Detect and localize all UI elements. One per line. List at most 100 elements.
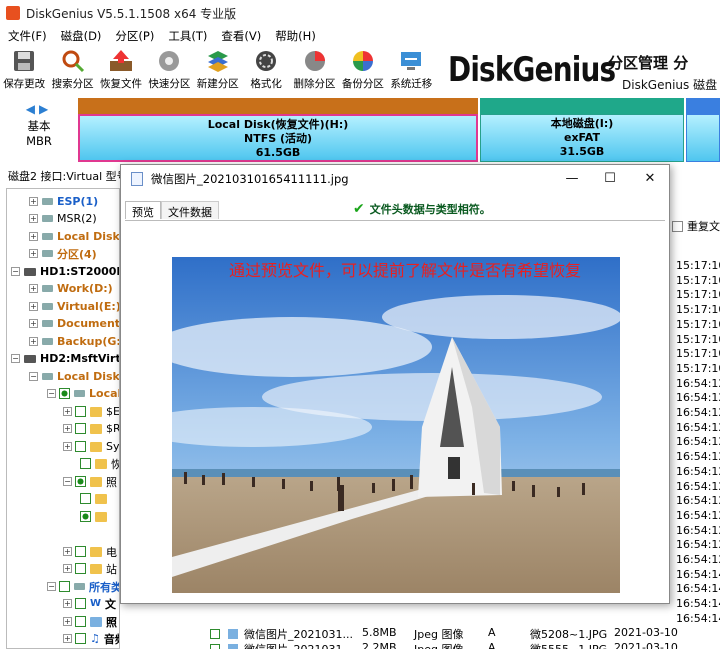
tree-checkbox[interactable] [80, 511, 91, 522]
duplicate-files-option[interactable]: 重复文件 [672, 218, 720, 234]
tree-checkbox[interactable] [75, 476, 86, 487]
tree-item[interactable]: − 照 [63, 473, 117, 490]
expand-icon[interactable]: + [29, 302, 38, 311]
format-button[interactable]: 格式化 [242, 46, 290, 94]
tree-checkbox[interactable] [80, 458, 91, 469]
menu-view[interactable]: 查看(V) [221, 28, 261, 44]
menu-file[interactable]: 文件(F) [8, 28, 47, 44]
tree-item[interactable]: + 站 [63, 560, 117, 577]
time-cell: 16:54:12 [676, 508, 720, 522]
tree-item[interactable] [77, 508, 111, 525]
tree-checkbox[interactable] [75, 563, 86, 574]
tree-item[interactable]: + Work(D:) [29, 280, 113, 297]
partition-block-3[interactable] [686, 98, 720, 162]
tree-item[interactable]: + Virtual(E:) [29, 298, 119, 315]
expand-icon[interactable]: + [63, 424, 72, 433]
expand-icon[interactable]: + [29, 197, 38, 206]
quick-partition-button[interactable]: 快速分区 [145, 46, 193, 94]
table-row[interactable]: 微信图片_2021031... 5.8MB Jpeg 图像 A 微5208~1.… [206, 626, 720, 641]
tree-item[interactable]: + 照 [63, 613, 117, 630]
expand-icon[interactable]: + [63, 617, 72, 626]
tree-item[interactable]: − 所有类 [47, 578, 119, 595]
save-button[interactable]: 保存更改 [0, 46, 48, 94]
tree-item[interactable]: + 分区(4) [29, 245, 97, 262]
tab-preview[interactable]: 预览 [125, 201, 161, 219]
tree-item[interactable]: + Sy [63, 438, 119, 455]
tree-item[interactable]: − HD2:MsftVirtu [11, 350, 119, 367]
tree-checkbox[interactable] [75, 633, 86, 644]
tree-checkbox[interactable] [80, 493, 91, 504]
tree-item[interactable]: + ESP(1) [29, 193, 98, 210]
search-partition-button[interactable]: 搜索分区 [48, 46, 96, 94]
tree-checkbox[interactable] [75, 423, 86, 434]
tree-item[interactable]: + $E [63, 403, 119, 420]
expand-icon[interactable]: + [63, 547, 72, 556]
collapse-icon[interactable]: − [29, 372, 38, 381]
menu-help[interactable]: 帮助(H) [275, 28, 316, 44]
delete-partition-icon [301, 48, 329, 74]
tree-item[interactable]: + 电 [63, 543, 117, 560]
expand-icon[interactable]: + [63, 407, 72, 416]
table-row[interactable]: 微信图片_2021031... 2.2MB Jpeg 图像 A 微5555~1.… [206, 641, 720, 649]
menu-partition[interactable]: 分区(P) [115, 28, 154, 44]
tree-checkbox[interactable] [75, 441, 86, 452]
tree-item[interactable]: + Local Disk( [29, 228, 119, 245]
backup-partition-button[interactable]: 备份分区 [339, 46, 387, 94]
delete-partition-button[interactable]: 删除分区 [290, 46, 338, 94]
collapse-icon[interactable]: − [11, 354, 20, 363]
collapse-icon[interactable]: − [63, 477, 72, 486]
volume-icon [42, 198, 53, 205]
format-icon [252, 48, 280, 74]
tree-item[interactable]: +♫音频类 [63, 630, 119, 647]
tree-checkbox[interactable] [75, 598, 86, 609]
save-label: 保存更改 [3, 78, 46, 90]
expand-icon[interactable]: + [29, 232, 38, 241]
tree-item[interactable]: −HD1:ST2000DM [11, 263, 119, 280]
collapse-icon[interactable]: − [11, 267, 20, 276]
duplicate-files-checkbox[interactable] [672, 220, 683, 232]
partition-block-h[interactable]: Local Disk(恢复文件)(H:) NTFS (活动) 61.5GB [78, 98, 478, 162]
recover-files-button[interactable]: 恢复文件 [97, 46, 145, 94]
partition-block-i[interactable]: 本地磁盘(I:) exFAT 31.5GB [480, 98, 684, 162]
tree-item[interactable]: + $R [63, 420, 119, 437]
new-partition-button[interactable]: 新建分区 [194, 46, 242, 94]
menu-tools[interactable]: 工具(T) [168, 28, 207, 44]
tree-checkbox[interactable] [59, 388, 70, 399]
close-button[interactable]: ✕ [635, 169, 665, 189]
maximize-button[interactable]: ☐ [595, 169, 625, 189]
tree-item[interactable] [77, 490, 111, 507]
dialog-tabs: 预览 文件数据 [125, 201, 219, 220]
menu-disk[interactable]: 磁盘(D) [61, 28, 102, 44]
tree-item[interactable]: + Backup(G:) [29, 333, 119, 350]
tree-item[interactable]: 恢 [77, 455, 119, 472]
tree-checkbox[interactable] [75, 546, 86, 557]
expand-icon[interactable]: + [29, 337, 38, 346]
expand-icon[interactable]: + [63, 564, 72, 573]
collapse-icon[interactable]: − [47, 582, 56, 591]
tree-item[interactable]: + W 文 [63, 595, 116, 612]
collapse-icon[interactable]: − [47, 389, 56, 398]
expand-icon[interactable]: + [29, 319, 38, 328]
tree-item[interactable]: + Documents [29, 315, 119, 332]
expand-icon[interactable]: + [29, 249, 38, 258]
partition-size: 31.5GB [559, 145, 605, 158]
expand-icon[interactable]: + [63, 599, 72, 608]
tree-checkbox[interactable] [75, 616, 86, 627]
expand-icon[interactable]: + [63, 634, 72, 643]
tree-item[interactable]: − Local [47, 385, 119, 402]
tree-checkbox[interactable] [75, 406, 86, 417]
window-title: DiskGenius V5.5.1.1508 x64 专业版 [26, 6, 237, 21]
minimize-button[interactable]: — [557, 169, 587, 189]
expand-icon[interactable]: + [63, 442, 72, 451]
expand-icon[interactable]: + [29, 284, 38, 293]
expand-icon[interactable]: + [29, 214, 38, 223]
disk-nav-arrows-icon[interactable]: ◀▶ [0, 102, 78, 116]
row-checkbox[interactable] [210, 644, 220, 649]
tree-item[interactable]: − Local Disk( [29, 368, 119, 385]
recover-icon [107, 48, 135, 74]
tree-checkbox[interactable] [59, 581, 70, 592]
tree-item[interactable]: + MSR(2) [29, 210, 97, 227]
tab-file-data[interactable]: 文件数据 [161, 201, 219, 219]
row-checkbox[interactable] [210, 629, 220, 639]
system-migration-button[interactable]: 系统迁移 [387, 46, 435, 94]
